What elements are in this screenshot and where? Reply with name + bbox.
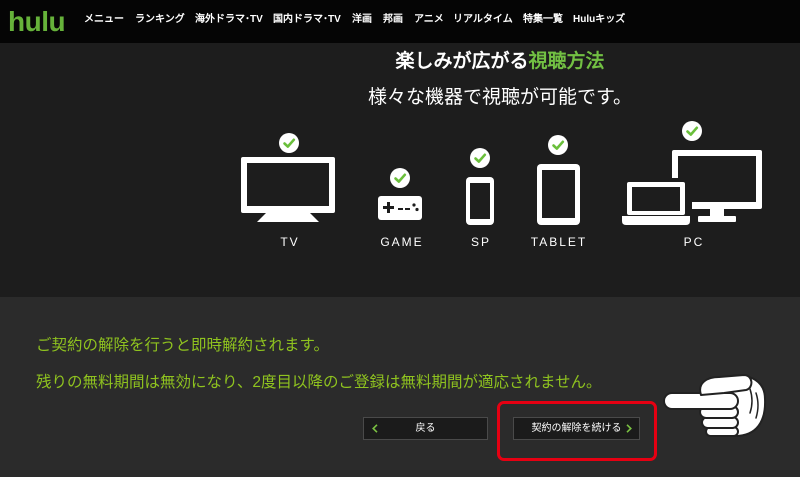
- nav-item-features[interactable]: 特集一覧: [523, 14, 563, 26]
- device-icons: [241, 121, 762, 227]
- nav-item-anime[interactable]: アニメ: [414, 14, 444, 26]
- check-circle-icon: [279, 133, 299, 153]
- check-circle-icon: [682, 121, 702, 141]
- game-device: [378, 168, 422, 220]
- continue-cancellation-button[interactable]: 契約の解除を続ける: [513, 417, 640, 440]
- continue-button-label: 契約の解除を続ける: [531, 423, 622, 434]
- chevron-right-icon: [626, 424, 632, 433]
- nav-item-japanese-movies[interactable]: 邦画: [383, 14, 403, 26]
- cancel-notice-immediate: ご契約の解除を行うと即時解約されます。: [36, 337, 329, 354]
- nav-item-western-movies[interactable]: 洋画: [352, 14, 372, 26]
- devices-section: 楽しみが広がる視聴方法 様々な機器で視聴が可能です。 TV GAME SP TA…: [0, 43, 800, 297]
- back-button-label: 戻る: [415, 423, 436, 434]
- smartphone-icon: [466, 177, 494, 225]
- tv-device: [241, 133, 335, 222]
- nav-item-menu[interactable]: メニュー: [84, 14, 124, 26]
- nav-item-hulu-kids[interactable]: Huluキッズ: [573, 14, 625, 26]
- tablet-device: [537, 135, 580, 225]
- cancellation-section: ご契約の解除を行うと即時解約されます。 残りの無料期間は無効になり、2度目以降の…: [0, 297, 800, 477]
- device-label-game: GAME: [380, 235, 424, 249]
- nav-item-domestic-drama[interactable]: 国内ドラマ･TV: [273, 14, 341, 26]
- pc-icon: [620, 150, 762, 227]
- page: hulu メニュー ランキング 海外ドラマ･TV 国内ドラマ･TV 洋画 邦画 …: [0, 0, 800, 477]
- tv-icon: [241, 157, 335, 222]
- nav-item-ranking[interactable]: ランキング: [135, 14, 185, 26]
- hulu-logo[interactable]: hulu: [8, 8, 66, 36]
- device-label-pc: PC: [683, 235, 705, 249]
- device-label-tablet: TABLET: [530, 235, 588, 249]
- pc-device: [620, 121, 762, 227]
- check-circle-icon: [548, 135, 568, 155]
- smartphone-device: [466, 148, 494, 225]
- nav-item-overseas-drama[interactable]: 海外ドラマ･TV: [195, 14, 263, 26]
- tablet-icon: [537, 164, 580, 225]
- nav-item-realtime[interactable]: リアルタイム: [453, 14, 513, 26]
- device-label-sp: SP: [470, 235, 491, 249]
- cancel-notice-free-trial: 残りの無料期間は無効になり、2度目以降のご登録は無料期間が適応されません。: [36, 374, 602, 391]
- back-button[interactable]: 戻る: [363, 417, 488, 440]
- check-circle-icon: [470, 148, 490, 168]
- game-controller-icon: [378, 196, 422, 220]
- check-circle-icon: [390, 168, 410, 188]
- chevron-left-icon: [372, 424, 378, 433]
- top-nav: hulu メニュー ランキング 海外ドラマ･TV 国内ドラマ･TV 洋画 邦画 …: [0, 0, 800, 43]
- device-label-tv: TV: [280, 235, 300, 249]
